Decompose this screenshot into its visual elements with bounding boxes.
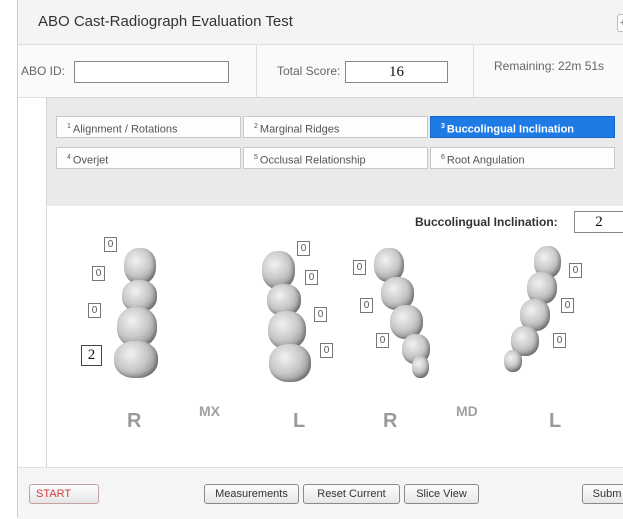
tab-root-angulation[interactable]: 6 Root Angulation	[430, 147, 615, 169]
total-score-label: Total Score:	[277, 64, 341, 78]
slice-view-button[interactable]: Slice View	[404, 484, 479, 504]
test-window: ABO Cast-Radiograph Evaluation Test + AB…	[17, 0, 623, 519]
reset-current-button[interactable]: Reset Current	[303, 484, 400, 504]
tooth-mx-r-4	[114, 341, 158, 378]
md-label: MD	[456, 403, 478, 419]
tab-overjet[interactable]: 4 Overjet	[56, 147, 241, 169]
tab-buccolingual-inclination[interactable]: 3 Buccolingual Inclination	[430, 116, 615, 138]
title-bar: ABO Cast-Radiograph Evaluation Test +	[18, 0, 623, 45]
criterion-score-field[interactable]: 2	[574, 211, 623, 233]
expand-icon[interactable]: +	[617, 14, 623, 32]
divider	[473, 45, 474, 97]
score-box[interactable]: 0	[569, 263, 582, 278]
score-box[interactable]: 0	[104, 237, 117, 252]
score-box[interactable]: 0	[360, 298, 373, 313]
score-box[interactable]: 0	[553, 333, 566, 348]
tooth-md-r-5	[412, 356, 429, 378]
score-box[interactable]: 0	[305, 270, 318, 285]
criterion-label: Buccolingual Inclination:	[415, 215, 558, 229]
score-box[interactable]: 0	[376, 333, 389, 348]
md-left-label: L	[549, 410, 562, 432]
tooth-md-l-5	[504, 350, 522, 372]
score-box[interactable]: 0	[88, 303, 101, 318]
score-box[interactable]: 0	[314, 307, 327, 322]
abo-id-label: ABO ID:	[21, 64, 66, 78]
mx-label: MX	[199, 403, 220, 419]
tooth-mx-r-1	[124, 248, 156, 284]
tab-alignment-rotations[interactable]: 1 Alignment / Rotations	[56, 116, 241, 138]
tab-strip: 1 Alignment / Rotations 2 Marginal Ridges …	[47, 98, 623, 206]
mx-left-label: L	[293, 410, 306, 432]
tooth-mx-l-4	[269, 344, 311, 382]
score-box[interactable]: 0	[297, 241, 310, 256]
tab-occlusal-relationship[interactable]: 5 Occlusal Relationship	[243, 147, 428, 169]
abo-id-input[interactable]	[74, 61, 229, 83]
score-box[interactable]: 0	[353, 260, 366, 275]
window-title: ABO Cast-Radiograph Evaluation Test	[38, 13, 293, 30]
score-box[interactable]: 0	[92, 266, 105, 281]
score-box[interactable]: 0	[561, 298, 574, 313]
total-score-field: 16	[345, 61, 448, 83]
info-bar: ABO ID: Total Score: 16 Remaining: 22m 5…	[18, 45, 623, 98]
divider	[256, 45, 257, 97]
evaluation-panel: 1 Alignment / Rotations 2 Marginal Ridges …	[46, 97, 623, 469]
start-button[interactable]: START	[29, 484, 99, 504]
footer-toolbar: START Measurements Reset Current Slice V…	[18, 467, 623, 519]
remaining-time: Remaining: 22m 51s	[494, 59, 605, 73]
score-box-selected[interactable]: 2	[81, 345, 102, 366]
score-box[interactable]: 0	[320, 343, 333, 358]
mx-right-label: R	[127, 410, 142, 432]
submit-button[interactable]: Subm	[582, 484, 623, 504]
md-right-label: R	[383, 410, 398, 432]
tab-marginal-ridges[interactable]: 2 Marginal Ridges	[243, 116, 428, 138]
measurements-button[interactable]: Measurements	[204, 484, 299, 504]
